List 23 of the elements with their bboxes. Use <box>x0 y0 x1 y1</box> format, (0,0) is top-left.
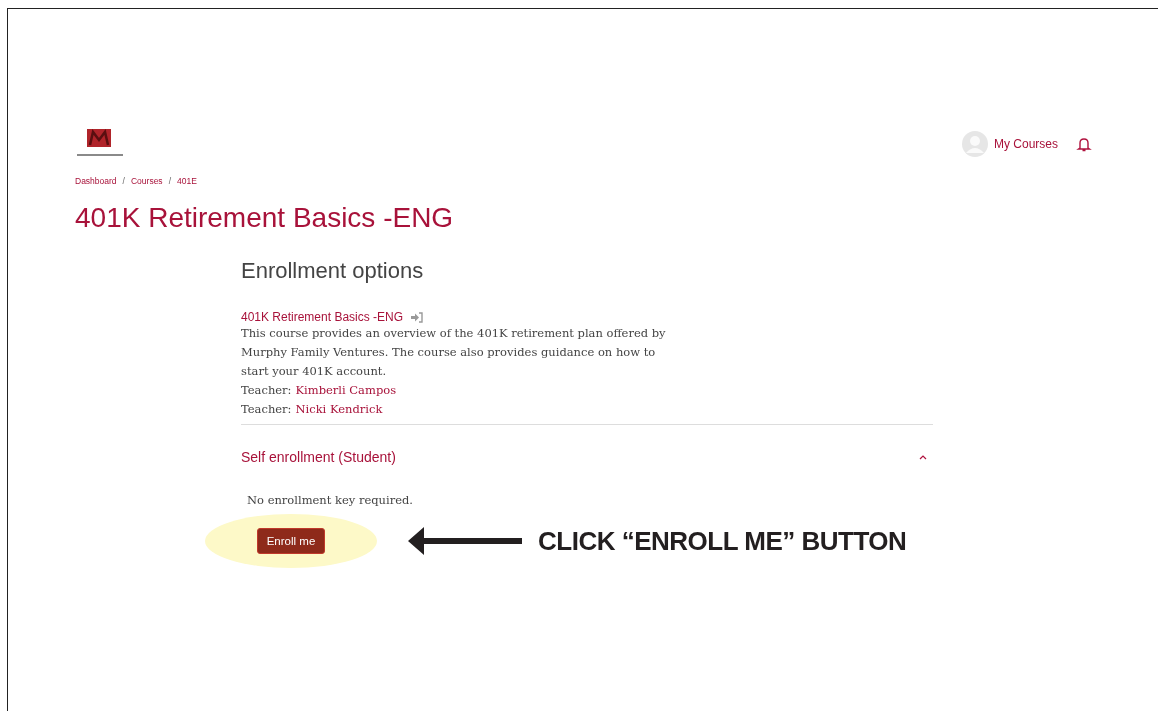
logo-icon <box>75 129 125 159</box>
teacher-label: Teacher: <box>241 401 292 418</box>
breadcrumb-separator: / <box>168 176 171 186</box>
enroll-button[interactable]: Enroll me <box>256 528 326 554</box>
teacher-link[interactable]: Nicki Kendrick <box>295 400 383 419</box>
section-title: Self enrollment (Student) <box>241 449 396 465</box>
my-courses-link[interactable]: My Courses <box>994 137 1058 151</box>
teacher-link[interactable]: Kimberli Campos <box>295 381 397 400</box>
bell-icon[interactable] <box>1076 136 1092 152</box>
breadcrumb-link[interactable]: Courses <box>130 176 163 186</box>
callout-text: CLICK “ENROLL ME” BUTTON <box>538 525 907 557</box>
breadcrumb-link[interactable]: 401E <box>177 176 197 186</box>
breadcrumb-separator: / <box>122 176 125 186</box>
teacher-label: Teacher: <box>241 382 292 399</box>
breadcrumb-link[interactable]: Dashboard <box>75 176 117 186</box>
course-link[interactable]: 401K Retirement Basics -ENG <box>241 310 404 324</box>
page-title: 401K Retirement Basics -ENG <box>75 202 455 234</box>
enter-icon <box>411 311 424 323</box>
section-heading: Enrollment options <box>241 258 425 284</box>
chevron-icon[interactable] <box>918 454 928 460</box>
enrollment-note: No enrollment key required. <box>247 492 415 509</box>
course-summary: This course provides an overview of the 401K retirement plan offered by Murphy Family Ventures. The course also provides guidance on how to start your 401K account. <box>241 325 667 380</box>
arrow-icon <box>408 526 522 556</box>
